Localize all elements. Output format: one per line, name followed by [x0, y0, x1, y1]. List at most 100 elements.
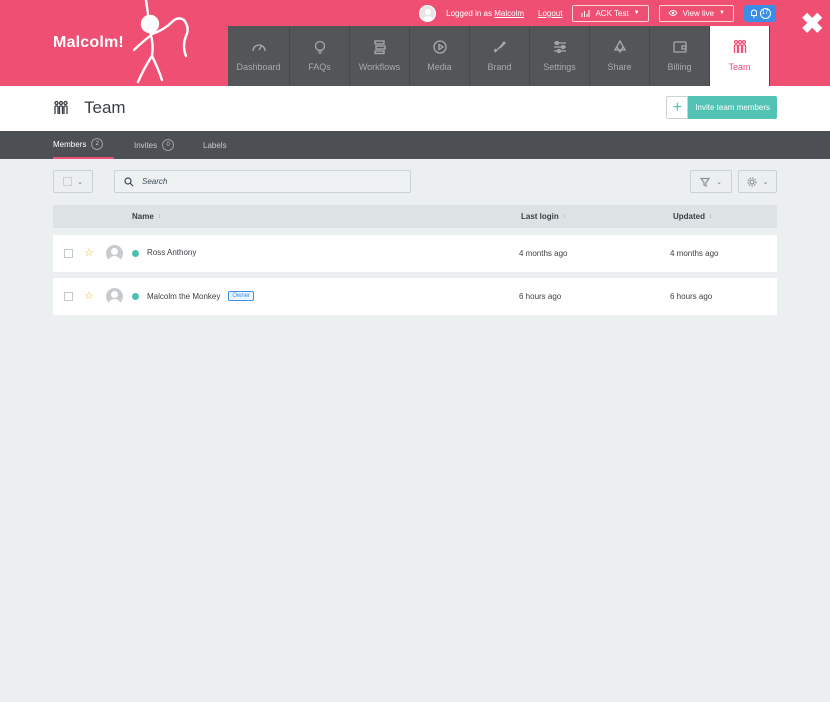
tab-invites[interactable]: Invites 0: [134, 131, 175, 159]
chevron-down-icon: ⌄: [77, 178, 83, 186]
nav-tab-label: Dashboard: [236, 62, 281, 72]
member-name-text: Malcolm the Monkey: [147, 291, 221, 301]
nav-tab-label: Media: [427, 62, 452, 72]
status-dot: [132, 293, 139, 300]
nav-tab-label: Billing: [667, 62, 692, 72]
username-link[interactable]: Malcolm: [494, 9, 524, 18]
view-live-button[interactable]: View live ▼: [658, 4, 734, 22]
updated-cell: 4 months ago: [670, 249, 719, 258]
search-box[interactable]: [114, 170, 411, 193]
logged-in-text: Logged in as Malcolm: [446, 9, 524, 18]
brand-name[interactable]: Malcolm!: [53, 34, 124, 52]
gear-icon: [746, 176, 757, 187]
chevron-down-icon: ⌄: [762, 178, 769, 186]
user-bar: Logged in as Malcolm Logout ACK Test ▼ V…: [419, 4, 776, 22]
nav-tab-label: Share: [607, 62, 632, 72]
logout-link[interactable]: Logout: [538, 9, 562, 18]
chevron-down-icon: ⌄: [716, 178, 722, 186]
nav-tab-faqs[interactable]: FAQs: [290, 26, 350, 86]
nav-tab-workflows[interactable]: Workflows: [350, 26, 410, 86]
member-name[interactable]: Malcolm the Monkey Owner: [147, 291, 255, 301]
nav-tab-label: Workflows: [358, 62, 401, 72]
table-row[interactable]: ☆ Malcolm the Monkey Owner 6 hours ago 6…: [53, 278, 777, 315]
monkey-logo-icon: [132, 0, 189, 84]
column-updated[interactable]: Updated ↕: [673, 205, 713, 228]
filter-icon: [700, 177, 711, 187]
page-title-bar: Team + Invite team members: [0, 86, 830, 131]
account-label: ACK Test: [595, 8, 629, 18]
user-avatar[interactable]: [419, 4, 437, 22]
filter-button[interactable]: ⌄: [690, 170, 732, 193]
plus-icon[interactable]: +: [666, 96, 689, 119]
billing-icon: [672, 41, 687, 53]
invites-count-badge: 0: [162, 139, 175, 151]
nav-tab-team[interactable]: Team: [710, 26, 770, 86]
sub-tabs: Members 2 Invites 0 Labels: [0, 131, 830, 159]
tab-invites-label: Invites: [134, 140, 158, 150]
settings-button[interactable]: ⌄: [738, 170, 777, 193]
team-icon: [54, 100, 68, 114]
sort-icon: ↕: [562, 213, 567, 220]
view-live-label: View live: [682, 8, 715, 18]
notification-count: 17: [759, 7, 771, 19]
column-updated-label: Updated: [673, 212, 705, 221]
search-icon: [124, 176, 134, 186]
column-name-label: Name: [132, 212, 154, 221]
nav-tab-brand[interactable]: Brand: [470, 26, 530, 86]
brand-icon: [493, 41, 506, 53]
avatar: [106, 245, 123, 262]
nav-tab-label: Team: [728, 62, 751, 72]
logged-in-prefix: Logged in as: [446, 8, 492, 18]
star-icon[interactable]: ☆: [84, 246, 94, 259]
tab-members-label: Members: [53, 139, 87, 149]
bulk-select-dropdown[interactable]: ⌄: [53, 170, 93, 193]
invite-team-members-button[interactable]: + Invite team members: [666, 96, 777, 119]
share-icon: [613, 39, 626, 54]
nav-tab-settings[interactable]: Settings: [530, 26, 590, 86]
nav-tab-label: Brand: [487, 62, 512, 72]
invite-label[interactable]: Invite team members: [688, 96, 777, 119]
nav-tab-label: Settings: [543, 62, 576, 72]
caret-down-icon: ▼: [633, 10, 640, 16]
lightbulb-icon: [314, 40, 325, 54]
media-icon: [432, 40, 447, 54]
gauge-icon: [251, 44, 266, 52]
workflows-icon: [373, 40, 386, 55]
settings-icon: [553, 40, 566, 54]
column-name[interactable]: Name ↕: [132, 205, 161, 228]
account-switcher[interactable]: ACK Test ▼: [572, 4, 649, 22]
top-header: Malcolm! Logged in as Malcolm Logout ACK…: [0, 0, 830, 86]
eye-icon: [668, 10, 678, 16]
updated-cell: 6 hours ago: [670, 292, 713, 301]
table-header: Name ↕ Last login ↕ Updated ↕: [53, 205, 777, 228]
last-login-cell: 6 hours ago: [519, 292, 562, 301]
nav-tab-billing[interactable]: Billing: [650, 26, 710, 86]
sort-icon: ↕: [709, 213, 713, 220]
search-input[interactable]: [142, 177, 382, 186]
member-name-text: Ross Anthony: [147, 248, 197, 257]
table-row[interactable]: ☆ Ross Anthony 4 months ago 4 months ago: [53, 235, 777, 272]
row-checkbox[interactable]: [64, 292, 73, 301]
caret-down-icon: ▼: [719, 10, 725, 16]
nav-tab-label: FAQs: [308, 62, 331, 72]
tab-labels-label: Labels: [203, 140, 227, 150]
nav-tab-dashboard[interactable]: Dashboard: [228, 26, 290, 86]
page-title: Team: [84, 98, 126, 117]
tab-labels[interactable]: Labels: [203, 131, 227, 159]
column-last-login[interactable]: Last login ↕: [521, 205, 566, 228]
nav-tab-share[interactable]: Share: [590, 26, 650, 86]
notifications-button[interactable]: 17: [744, 4, 776, 22]
column-last-login-label: Last login: [521, 212, 559, 221]
tab-members[interactable]: Members 2: [53, 131, 114, 159]
star-icon[interactable]: ☆: [84, 289, 94, 302]
select-all-checkbox[interactable]: [63, 177, 73, 186]
row-checkbox[interactable]: [64, 249, 73, 258]
team-icon: [733, 39, 746, 53]
last-login-cell: 4 months ago: [519, 249, 568, 258]
sort-icon: ↕: [157, 213, 162, 220]
nav-tab-media[interactable]: Media: [410, 26, 470, 86]
owner-badge: Owner: [228, 291, 255, 301]
member-name[interactable]: Ross Anthony: [147, 248, 196, 257]
close-icon[interactable]: ✖: [801, 10, 824, 38]
members-count-badge: 2: [91, 138, 104, 150]
